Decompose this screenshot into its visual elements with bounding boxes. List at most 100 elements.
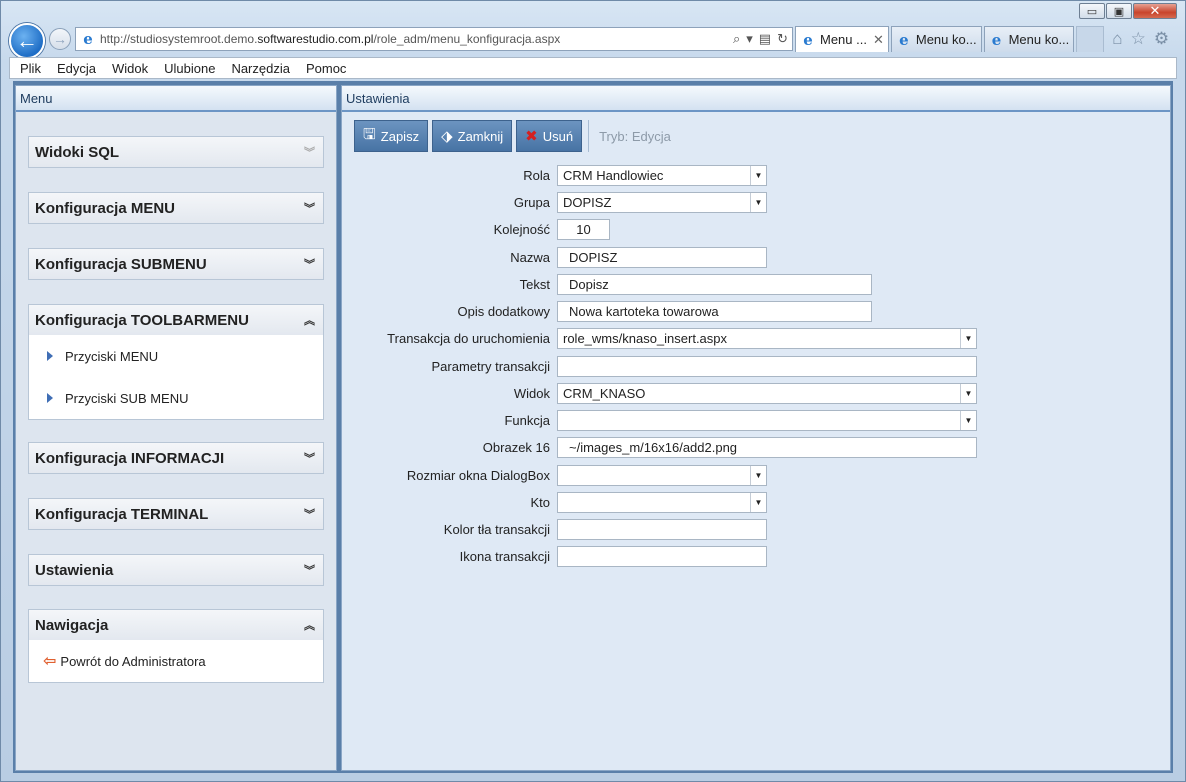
chevron-up-icon: ︽: [304, 315, 315, 327]
delete-button[interactable]: ✖ Usuń: [516, 120, 583, 152]
close-button[interactable]: ⬗ Zamknij: [432, 120, 513, 152]
field-label: Tekst: [519, 276, 550, 292]
search-icon[interactable]: ⌕: [733, 31, 740, 47]
kolor-tla-input[interactable]: [557, 518, 767, 540]
dropdown-arrow-icon[interactable]: ▼: [960, 328, 976, 348]
page-content: Menu Widoki SQL ︾ Konfiguracja MENU ︾ Ko…: [13, 81, 1173, 773]
dropdown-arrow-icon[interactable]: ▼: [960, 410, 976, 430]
kolejnosc-input[interactable]: 10: [557, 218, 610, 240]
chevron-down-icon: ︾: [304, 203, 315, 215]
form-row-ikona: Ikona transakcji: [342, 545, 767, 567]
list-item-powrot[interactable]: ⇦ Powrót do Administratora: [29, 640, 323, 682]
form-row-obrazek: Obrazek 16 ~/images_m/16x16/add2.png: [342, 436, 977, 458]
compatibility-icon[interactable]: ▤: [759, 31, 771, 47]
funkcja-select[interactable]: ▼: [557, 409, 977, 431]
section-label: Konfiguracja SUBMENU: [35, 255, 207, 273]
triangle-right-icon: [47, 351, 53, 361]
section-body: ⇦ Powrót do Administratora: [29, 640, 323, 682]
tab-close-icon[interactable]: ✕: [873, 32, 884, 48]
opis-dodatkowy-input[interactable]: Nowa kartoteka towarowa: [557, 300, 872, 322]
field-label: Obrazek 16: [482, 439, 550, 455]
favorites-star-icon[interactable]: ☆: [1131, 29, 1146, 49]
field-label: Kolor tła transakcji: [443, 521, 550, 537]
triangle-right-icon: [47, 393, 53, 403]
section-nawigacja: Nawigacja ︽ ⇦ Powrót do Administratora: [28, 609, 324, 683]
transakcja-select[interactable]: role_wms/knaso_insert.aspx ▼: [557, 327, 977, 349]
section-header[interactable]: Konfiguracja TERMINAL ︾: [29, 499, 323, 529]
dropdown-icon[interactable]: ▾: [746, 31, 753, 47]
new-tab-button[interactable]: [1076, 26, 1105, 52]
close-window-button[interactable]: ✕: [1133, 3, 1177, 19]
delete-label: Usuń: [542, 128, 574, 144]
home-icon[interactable]: ⌂: [1112, 29, 1122, 49]
list-item-przyciski-menu[interactable]: Przyciski MENU: [29, 335, 323, 377]
tab-menu-konfiguracja-2[interactable]: e Menu ko...: [983, 26, 1075, 52]
tab-menu-active[interactable]: e Menu ... ✕: [795, 26, 889, 52]
parametry-input[interactable]: [557, 355, 977, 377]
tab-label: Menu ...: [820, 32, 867, 47]
ie-tab-icon: e: [803, 30, 813, 49]
chevron-down-icon: ︾: [304, 453, 315, 465]
kto-select[interactable]: ▼: [557, 491, 767, 513]
tekst-input[interactable]: Dopisz: [557, 273, 872, 295]
dropdown-arrow-icon[interactable]: ▼: [750, 492, 766, 512]
field-value: Dopisz: [569, 276, 609, 292]
menu-bar: Plik Edycja Widok Ulubione Narzędzia Pom…: [9, 57, 1177, 79]
dropdown-arrow-icon[interactable]: ▼: [750, 192, 766, 212]
list-item-label: Powrót do Administratora: [60, 653, 206, 669]
section-header[interactable]: Konfiguracja SUBMENU ︾: [29, 249, 323, 279]
list-item-label: Przyciski MENU: [65, 348, 159, 364]
section-konfiguracja-terminal: Konfiguracja TERMINAL ︾: [28, 498, 324, 530]
widok-select[interactable]: CRM_KNASO ▼: [557, 382, 977, 404]
menu-narzedzia[interactable]: Narzędzia: [231, 61, 290, 76]
field-value: 10: [576, 221, 591, 237]
chevron-down-icon: ︾: [304, 259, 315, 271]
ikona-transakcji-input[interactable]: [557, 545, 767, 567]
url-path: /role_adm/menu_konfiguracja.aspx: [373, 32, 561, 46]
menu-ulubione[interactable]: Ulubione: [164, 61, 215, 76]
menu-plik[interactable]: Plik: [20, 61, 41, 76]
field-value: role_wms/knaso_insert.aspx: [563, 330, 728, 346]
list-item-przyciski-sub-menu[interactable]: Przyciski SUB MENU: [29, 377, 323, 419]
section-label: Konfiguracja INFORMACJI: [35, 449, 225, 467]
address-bar[interactable]: e http://studiosystemroot.demo.softwares…: [75, 27, 793, 51]
rola-select[interactable]: CRM Handlowiec ▼: [557, 164, 767, 186]
obrazek-input[interactable]: ~/images_m/16x16/add2.png: [557, 436, 977, 458]
section-header[interactable]: Widoki SQL ︾: [29, 137, 323, 167]
form-row-kto: Kto ▼: [342, 491, 767, 513]
chevron-down-icon: ︾: [304, 147, 315, 159]
menu-panel: Menu Widoki SQL ︾ Konfiguracja MENU ︾ Ko…: [15, 85, 337, 771]
dropdown-arrow-icon[interactable]: ▼: [750, 165, 766, 185]
section-header[interactable]: Konfiguracja MENU ︾: [29, 193, 323, 223]
grupa-select[interactable]: DOPISZ ▼: [557, 191, 767, 213]
url-domain: softwarestudio.com.pl: [257, 32, 374, 46]
field-label: Funkcja: [504, 412, 550, 428]
dropdown-arrow-icon[interactable]: ▼: [960, 383, 976, 403]
section-header[interactable]: Konfiguracja INFORMACJI ︾: [29, 443, 323, 473]
back-button[interactable]: ←: [9, 23, 45, 59]
settings-gear-icon[interactable]: ⚙: [1154, 29, 1169, 49]
menu-edycja[interactable]: Edycja: [57, 61, 96, 76]
section-header[interactable]: Nawigacja ︽: [29, 610, 323, 640]
field-label: Transakcja do uruchomienia: [387, 330, 550, 346]
field-label: Grupa: [513, 194, 550, 210]
field-label: Kolejność: [493, 221, 550, 237]
minimize-button[interactable]: ▭: [1079, 3, 1105, 19]
rozmiar-okna-select[interactable]: ▼: [557, 464, 767, 486]
section-header[interactable]: Konfiguracja TOOLBARMENU ︽: [29, 305, 323, 335]
refresh-icon[interactable]: ↻: [777, 31, 788, 47]
save-button[interactable]: 🖫 Zapisz: [354, 120, 429, 152]
form-row-opis: Opis dodatkowy Nowa kartoteka towarowa: [342, 300, 872, 322]
menu-pomoc[interactable]: Pomoc: [306, 61, 346, 76]
nazwa-input[interactable]: DOPISZ: [557, 246, 767, 268]
forward-button[interactable]: →: [49, 28, 71, 50]
window-controls: ▭ ▣ ✕: [1078, 3, 1177, 19]
field-label: Rozmiar okna DialogBox: [406, 467, 550, 483]
restore-button[interactable]: ▣: [1106, 3, 1132, 19]
tab-menu-konfiguracja-1[interactable]: e Menu ko...: [890, 26, 982, 52]
form-row-kolor: Kolor tła transakcji: [342, 518, 767, 540]
menu-panel-title: Menu: [16, 86, 336, 112]
menu-widok[interactable]: Widok: [112, 61, 148, 76]
dropdown-arrow-icon[interactable]: ▼: [750, 465, 766, 485]
section-header[interactable]: Ustawienia ︾: [29, 555, 323, 585]
